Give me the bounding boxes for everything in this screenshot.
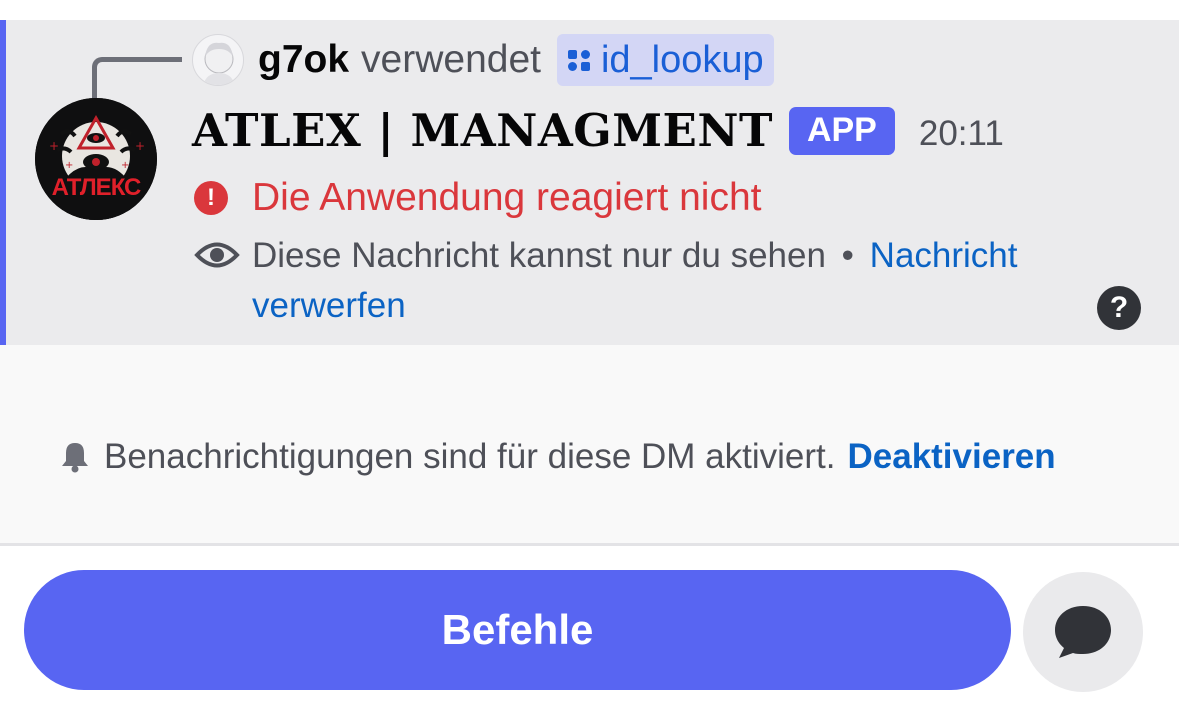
dismiss-message-link[interactable]: Nachricht — [870, 236, 1018, 275]
error-message: Die Anwendung reagiert nicht — [252, 176, 762, 219]
bot-avatar[interactable]: + + + + АТЛЕКС — [35, 98, 157, 220]
chat-bubble-icon — [1055, 606, 1111, 658]
commands-button[interactable]: Befehle — [24, 570, 1011, 690]
svg-text:+: + — [49, 139, 59, 153]
notification-status-text: Benachrichtigungen sind für diese DM akt… — [104, 437, 836, 476]
ephemeral-separator: • — [841, 236, 854, 275]
bot-username[interactable]: ATLEX | MANAGMENT — [192, 104, 773, 157]
bell-icon — [62, 443, 88, 473]
alert-icon: ! — [194, 181, 228, 215]
app-badge: APP — [788, 106, 895, 155]
message-header: ATLEX | MANAGMENT APP 20:11 — [192, 104, 1004, 157]
ephemeral-text: Diese Nachricht kannst nur du sehen — [252, 236, 826, 275]
dm-notification-notice: Benachrichtigungen sind für diese DM akt… — [0, 345, 1179, 543]
help-icon[interactable]: ? — [1097, 286, 1141, 330]
interaction-error: ! Die Anwendung reagiert nicht — [194, 176, 762, 220]
eye-icon — [194, 242, 240, 268]
divider — [0, 543, 1179, 546]
dismiss-message-link-continued[interactable]: verwerfen — [252, 282, 406, 330]
svg-text:+: + — [121, 160, 129, 171]
command-icon — [567, 50, 590, 71]
disable-notifications-link[interactable]: Deaktivieren — [847, 437, 1055, 477]
bot-avatar-logo-text: АТЛЕКС — [51, 174, 142, 201]
message-container: g7ok verwendet id_lookup + + + + АТЛЕКС … — [0, 20, 1179, 345]
command-mention[interactable]: id_lookup — [556, 34, 774, 86]
reply-username[interactable]: g7ok — [258, 38, 349, 82]
ephemeral-accent-bar — [0, 20, 6, 345]
reply-verb: verwendet — [361, 38, 541, 81]
svg-text:+: + — [135, 139, 145, 153]
svg-text:+: + — [65, 160, 73, 171]
message-timestamp: 20:11 — [918, 113, 1004, 153]
command-reply-context[interactable]: g7ok verwendet id_lookup — [192, 34, 774, 86]
command-name: id_lookup — [600, 38, 764, 81]
chat-button[interactable] — [1023, 572, 1143, 692]
user-avatar[interactable] — [192, 34, 244, 86]
